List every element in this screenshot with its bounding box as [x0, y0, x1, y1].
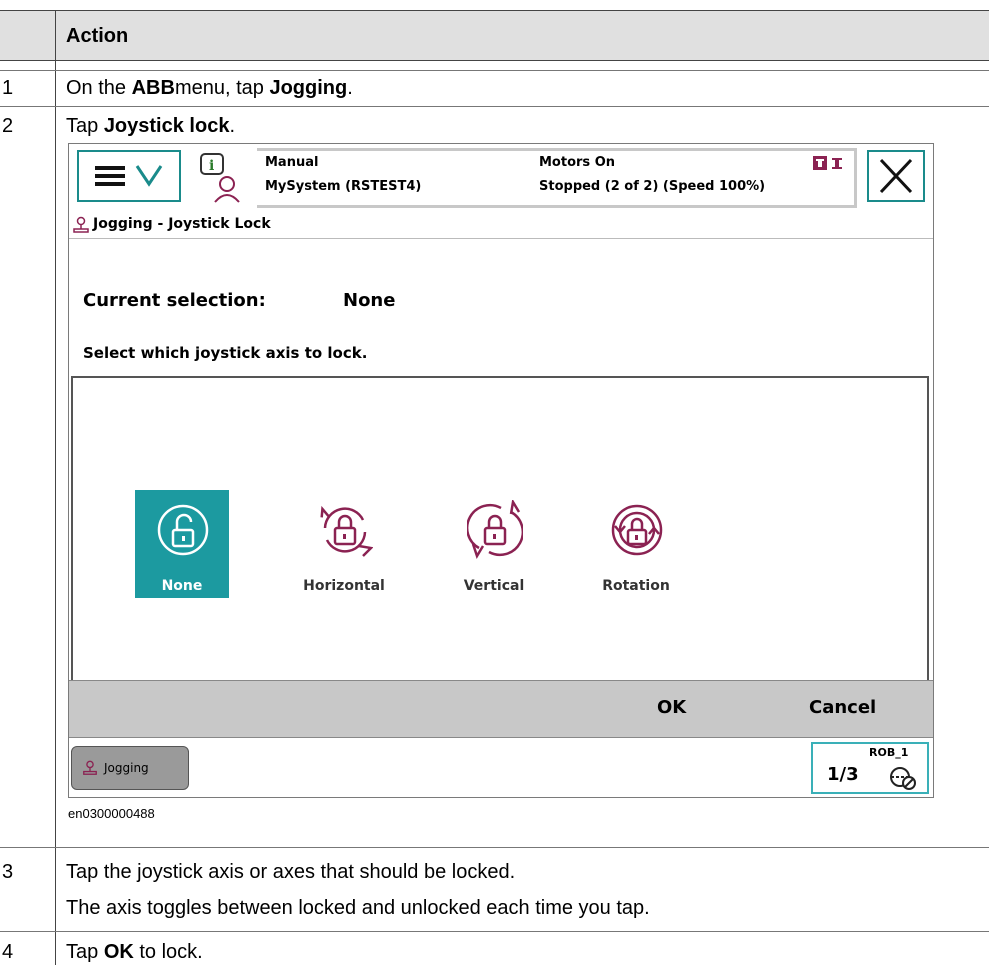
table-header	[0, 10, 989, 61]
quickset-button[interactable]: ROB_1 1/3	[811, 742, 929, 794]
option-rotation[interactable]: Rotation	[589, 490, 683, 598]
robot-status-icon	[812, 155, 848, 177]
column-divider	[55, 10, 56, 965]
event-log-icon[interactable]: i	[197, 150, 247, 206]
status-bar[interactable]: Manual MySystem (RSTEST4) Motors On Stop…	[257, 148, 857, 208]
instruction-text: Select which joystick axis to lock.	[83, 344, 368, 362]
row-3-line-2: The axis toggles between locked and unlo…	[66, 897, 650, 919]
row-2-text: Tap Joystick lock.	[66, 115, 235, 137]
option-none[interactable]: None	[135, 490, 229, 598]
header-action: Action	[66, 25, 129, 47]
top-bar: i Manual MySystem (RSTEST4) Motors On St…	[69, 144, 933, 212]
horizontal-lock-icon	[320, 505, 373, 557]
option-label: None	[161, 578, 203, 594]
current-selection-value: None	[343, 290, 396, 311]
task-bar: Jogging ROB_1 1/3	[69, 738, 933, 797]
jogging-icon	[83, 760, 97, 775]
unlock-icon	[157, 504, 209, 556]
option-label: Horizontal	[303, 578, 385, 594]
axis-selection-panel: None Horizontal Vertical Rotation	[71, 376, 929, 681]
option-label: Rotation	[602, 578, 670, 594]
row-divider	[0, 931, 989, 932]
row-3-line-1: Tap the joystick axis or axes that shoul…	[66, 861, 516, 883]
cancel-button[interactable]: Cancel	[809, 697, 876, 718]
row-divider	[0, 847, 989, 848]
option-label: Vertical	[463, 578, 525, 594]
mode-text: Manual	[265, 155, 319, 170]
procedure-table: Action 1 On the ABBmenu, tap Jogging. 2 …	[0, 0, 989, 965]
window-title-bar: Jogging - Joystick Lock	[69, 212, 933, 239]
jogging-icon	[73, 216, 89, 233]
row-number: 2	[2, 115, 14, 137]
flexpendant-screenshot: i Manual MySystem (RSTEST4) Motors On St…	[68, 143, 934, 798]
main-menu-button[interactable]	[77, 150, 181, 202]
taskbar-jogging-button[interactable]: Jogging	[71, 746, 189, 790]
current-selection-label: Current selection:	[83, 290, 266, 311]
close-button[interactable]	[867, 150, 925, 202]
close-icon	[879, 158, 913, 194]
robot-name: ROB_1	[869, 746, 909, 759]
taskbar-label: Jogging	[104, 761, 149, 775]
system-name: MySystem (RSTEST4)	[265, 179, 422, 194]
row-divider	[0, 70, 989, 71]
rotation-lock-icon	[611, 504, 663, 556]
figure-caption: en0300000488	[68, 806, 155, 821]
option-vertical[interactable]: Vertical	[447, 490, 541, 598]
motors-status: Motors On	[539, 155, 615, 170]
hamburger-menu-icon	[95, 165, 163, 187]
program-state: Stopped (2 of 2) (Speed 100%)	[539, 179, 766, 194]
row-number: 3	[2, 861, 14, 883]
window-title: Jogging - Joystick Lock	[93, 216, 271, 232]
increment-fraction: 1/3	[827, 764, 859, 785]
vertical-lock-icon	[467, 500, 523, 559]
svg-text:i: i	[209, 158, 214, 174]
row-4-text: Tap OK to lock.	[66, 941, 203, 963]
row-number: 4	[2, 941, 14, 963]
option-horizontal[interactable]: Horizontal	[297, 490, 391, 598]
row-number: 1	[2, 77, 14, 99]
ok-button[interactable]: OK	[657, 697, 686, 718]
coordinate-system-icon	[890, 767, 916, 790]
row-1-text: On the ABBmenu, tap Jogging.	[66, 77, 353, 99]
row-divider	[0, 106, 989, 107]
command-bar: OK Cancel	[69, 680, 933, 738]
